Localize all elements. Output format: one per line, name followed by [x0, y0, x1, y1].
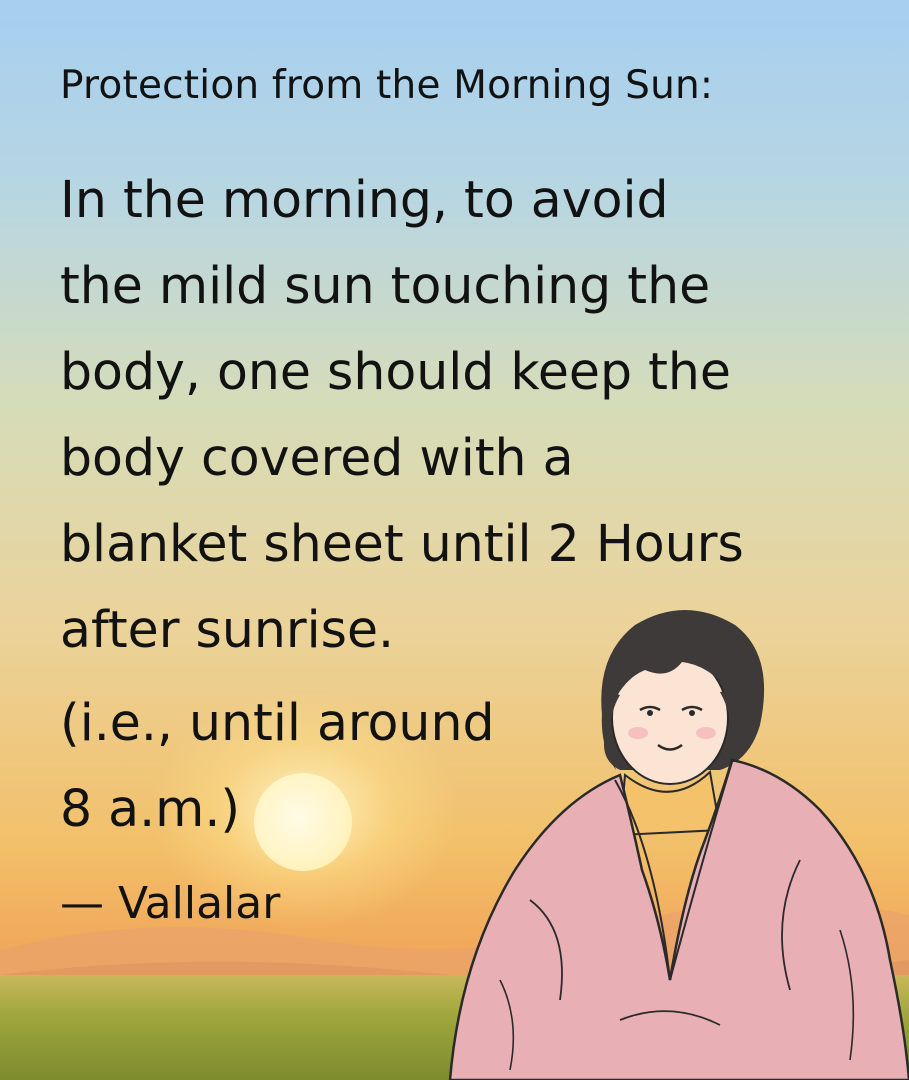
- body-line: body covered with a: [60, 428, 574, 487]
- person-in-blanket-illustration: [448, 610, 909, 1080]
- body-text: In the morning, to avoid the mild sun to…: [60, 157, 744, 673]
- body-line: In the morning, to avoid: [60, 170, 669, 229]
- heading: Protection from the Morning Sun:: [60, 63, 714, 108]
- attribution: — Vallalar: [60, 878, 281, 929]
- body-line: the mild sun touching the: [60, 256, 711, 315]
- body-line: body, one should keep the: [60, 342, 731, 401]
- body-line: blanket sheet until 2 Hours: [60, 514, 744, 573]
